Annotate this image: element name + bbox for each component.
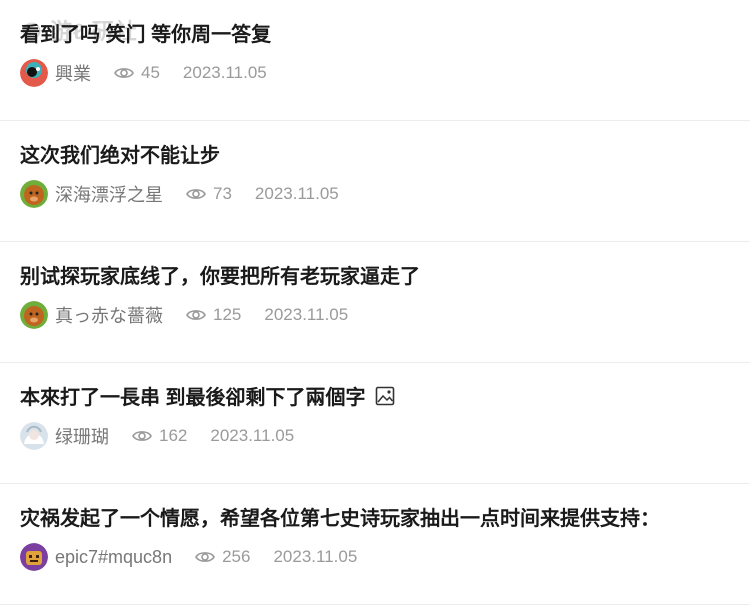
view-count: 125 xyxy=(186,305,241,325)
post-meta: 深海漂浮之星 73 2023.11.05 xyxy=(20,180,339,208)
post-title[interactable]: 别试探玩家底线了，你要把所有老玩家逼走了 xyxy=(20,260,420,289)
post-meta: 绿珊瑚 162 2023.11.05 xyxy=(20,422,295,450)
list-item[interactable]: 本來打了一長串 到最後卻剩下了兩個字 绿珊瑚 162 2023.11.05 xyxy=(0,363,750,484)
post-meta: 真っ赤な薔薇 125 2023.11.05 xyxy=(20,301,349,329)
post-date: 2023.11.05 xyxy=(182,63,267,82)
avatar[interactable] xyxy=(20,59,48,87)
post-date: 2023.11.05 xyxy=(254,184,339,203)
list-item[interactable]: 这次我们绝对不能让步 深海漂浮之星 73 2023.11.05 xyxy=(0,121,750,242)
view-count: 162 xyxy=(132,426,187,446)
eye-icon xyxy=(132,431,152,441)
view-count: 73 xyxy=(186,184,232,204)
author-name[interactable]: epic7#mquc8n xyxy=(55,547,172,568)
image-icon xyxy=(375,386,394,405)
author-name[interactable]: 深海漂浮之星 xyxy=(55,181,163,207)
eye-icon xyxy=(186,310,206,320)
post-title[interactable]: 看到了吗 笑门 等你周一答复 xyxy=(20,18,271,47)
post-meta: epic7#mquc8n 256 2023.11.05 xyxy=(20,543,358,571)
post-date: 2023.11.05 xyxy=(264,305,349,324)
view-count: 45 xyxy=(114,63,160,83)
post-title[interactable]: 灾祸发起了一个情愿，希望各位第七史诗玩家抽出一点时间来提供支持： xyxy=(20,502,660,531)
author-name[interactable]: 真っ赤な薔薇 xyxy=(55,302,163,328)
avatar[interactable] xyxy=(20,543,48,571)
avatar[interactable] xyxy=(20,180,48,208)
eye-icon xyxy=(195,552,216,562)
post-title[interactable]: 本來打了一長串 到最後卻剩下了兩個字 xyxy=(20,381,395,410)
list-item[interactable]: 别试探玩家底线了，你要把所有老玩家逼走了 真っ赤な薔薇 125 2023.11.… xyxy=(0,242,750,363)
list-item[interactable]: 灾祸发起了一个情愿，希望各位第七史诗玩家抽出一点时间来提供支持： epic7#m… xyxy=(0,484,750,605)
author-name[interactable]: 興業 xyxy=(55,60,91,86)
eye-icon xyxy=(186,189,206,199)
author-name[interactable]: 绿珊瑚 xyxy=(55,423,109,449)
post-date: 2023.11.05 xyxy=(210,426,295,445)
list-item[interactable]: 看到了吗 笑门 等你周一答复 興業 45 2023.11.05 xyxy=(0,0,750,121)
eye-icon xyxy=(114,68,134,78)
post-date: 2023.11.05 xyxy=(273,547,358,566)
post-title[interactable]: 这次我们绝对不能让步 xyxy=(20,139,220,168)
post-meta: 興業 45 2023.11.05 xyxy=(20,59,267,87)
view-count: 256 xyxy=(195,547,250,567)
avatar[interactable] xyxy=(20,422,48,450)
avatar[interactable] xyxy=(20,301,48,329)
